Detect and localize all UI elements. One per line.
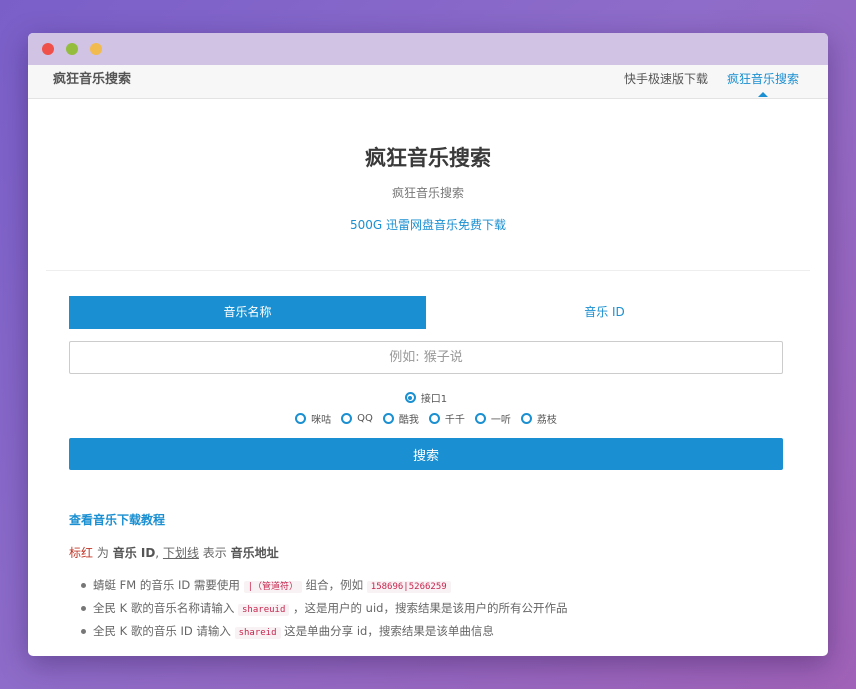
note-text: 全民 K 歌的音乐名称请输入 [93, 601, 235, 615]
radio-source-label: 千千 [444, 415, 465, 426]
radio-source-yiting[interactable]: 一听 [474, 411, 511, 426]
note-tail: ，这是用户的 uid，搜索结果是该用户的所有公开作品 [293, 601, 568, 615]
note-code: shareid [234, 627, 281, 639]
page-subtitle: 疯狂音乐搜索 [391, 186, 464, 200]
radio-source-qianqian[interactable]: 千千 [428, 411, 465, 426]
legend-means: 表示 [202, 546, 227, 560]
radio-source-kuwo[interactable]: 酷我 [382, 411, 419, 426]
list-item: 蜻蜓 FM 的音乐 ID 需要使用 |（管道符） 组合，例如 158696|52… [81, 575, 828, 598]
window-titlebar [28, 33, 828, 65]
radio-unchecked-icon [428, 413, 440, 424]
promo-download-link[interactable]: 500G 迅雷网盘音乐免费下载 [28, 216, 828, 234]
legend-is: 为 [96, 546, 109, 560]
tab-music-id[interactable]: 音乐 ID [426, 296, 783, 329]
legend-comma: , [155, 546, 160, 560]
radio-source-label: 一听 [490, 415, 511, 426]
radio-unchecked-icon [341, 413, 353, 424]
search-input[interactable] [69, 341, 783, 374]
radio-source-label: 酷我 [398, 415, 419, 426]
radio-source-lizhi[interactable]: 荔枝 [520, 411, 557, 426]
radio-interface-1[interactable]: 接口1 [404, 390, 448, 405]
radio-unchecked-icon [382, 413, 394, 424]
tab-music-name[interactable]: 音乐名称 [69, 296, 426, 329]
source-selector: 咪咕 QQ 酷我 千千 一听 荔枝 [69, 411, 783, 426]
note-code-example: 158696|5266259 [366, 581, 451, 593]
note-tail: 组合，例如 [305, 578, 364, 592]
legend-red-label: 标红 [69, 546, 94, 560]
radio-source-label: 荔枝 [536, 415, 557, 426]
radio-source-label: 咪咕 [311, 415, 332, 426]
help-section: 查看音乐下载教程 标红 为 音乐 ID, 下划线 表示 音乐地址 蜻蜓 FM 的… [69, 512, 828, 644]
radio-unchecked-icon [295, 413, 307, 424]
list-item: 全民 K 歌的音乐名称请输入 shareuid ，这是用户的 uid，搜索结果是… [81, 598, 828, 621]
navbar-brand[interactable]: 疯狂音乐搜索 [53, 65, 131, 95]
legend-underline-label: 下划线 [162, 546, 199, 560]
radio-interface-1-label: 接口1 [420, 394, 448, 405]
nav-links: 快手极速版下载 疯狂音乐搜索 [605, 65, 799, 97]
radio-source-qq[interactable]: QQ [341, 411, 373, 426]
nav-link-music-search[interactable]: 疯狂音乐搜索 [726, 65, 799, 97]
maximize-window-button[interactable] [90, 43, 102, 55]
note-code: shareuid [238, 604, 290, 616]
search-button[interactable]: 搜索 [69, 438, 783, 470]
notes-list: 蜻蜓 FM 的音乐 ID 需要使用 |（管道符） 组合，例如 158696|52… [81, 575, 828, 644]
radio-checked-icon [404, 392, 416, 403]
active-caret-icon [757, 92, 768, 97]
hero-section: 疯狂音乐搜索 疯狂音乐搜索 500G 迅雷网盘音乐免费下载 [28, 99, 828, 234]
legend-text: 标红 为 音乐 ID, 下划线 表示 音乐地址 [69, 544, 828, 562]
radio-source-label: QQ [357, 413, 373, 424]
minimize-window-button[interactable] [66, 43, 78, 55]
section-divider [46, 270, 810, 271]
note-tail: 这是单曲分享 id，搜索结果是该单曲信息 [284, 624, 494, 638]
list-item: 全民 K 歌的音乐 ID 请输入 shareid 这是单曲分享 id，搜索结果是… [81, 621, 828, 644]
top-navbar: 疯狂音乐搜索 快手极速版下载 疯狂音乐搜索 [28, 65, 828, 99]
nav-link-kuaishou-download[interactable]: 快手极速版下载 [624, 65, 708, 93]
note-text: 蜻蜓 FM 的音乐 ID 需要使用 [93, 578, 240, 592]
nav-link-music-search-label: 疯狂音乐搜索 [726, 72, 799, 86]
radio-unchecked-icon [520, 413, 532, 424]
close-window-button[interactable] [42, 43, 54, 55]
legend-music-id: 音乐 ID [112, 546, 156, 560]
radio-unchecked-icon [474, 413, 486, 424]
note-text: 全民 K 歌的音乐 ID 请输入 [93, 624, 231, 638]
legend-music-url: 音乐地址 [230, 546, 279, 560]
interface-selector: 接口1 [69, 390, 783, 405]
page-title: 疯狂音乐搜索 [365, 146, 491, 170]
search-type-tabs: 音乐名称 音乐 ID [69, 296, 783, 329]
tutorial-link[interactable]: 查看音乐下载教程 [69, 512, 828, 528]
radio-source-migu[interactable]: 咪咕 [295, 411, 331, 426]
app-window: 疯狂音乐搜索 快手极速版下载 疯狂音乐搜索 疯狂音乐搜索 疯狂音乐搜索 500G… [28, 33, 828, 656]
search-form: 音乐名称 音乐 ID 接口1 咪咕 QQ 酷我 [69, 296, 783, 470]
note-code: |（管道符） [243, 581, 302, 593]
